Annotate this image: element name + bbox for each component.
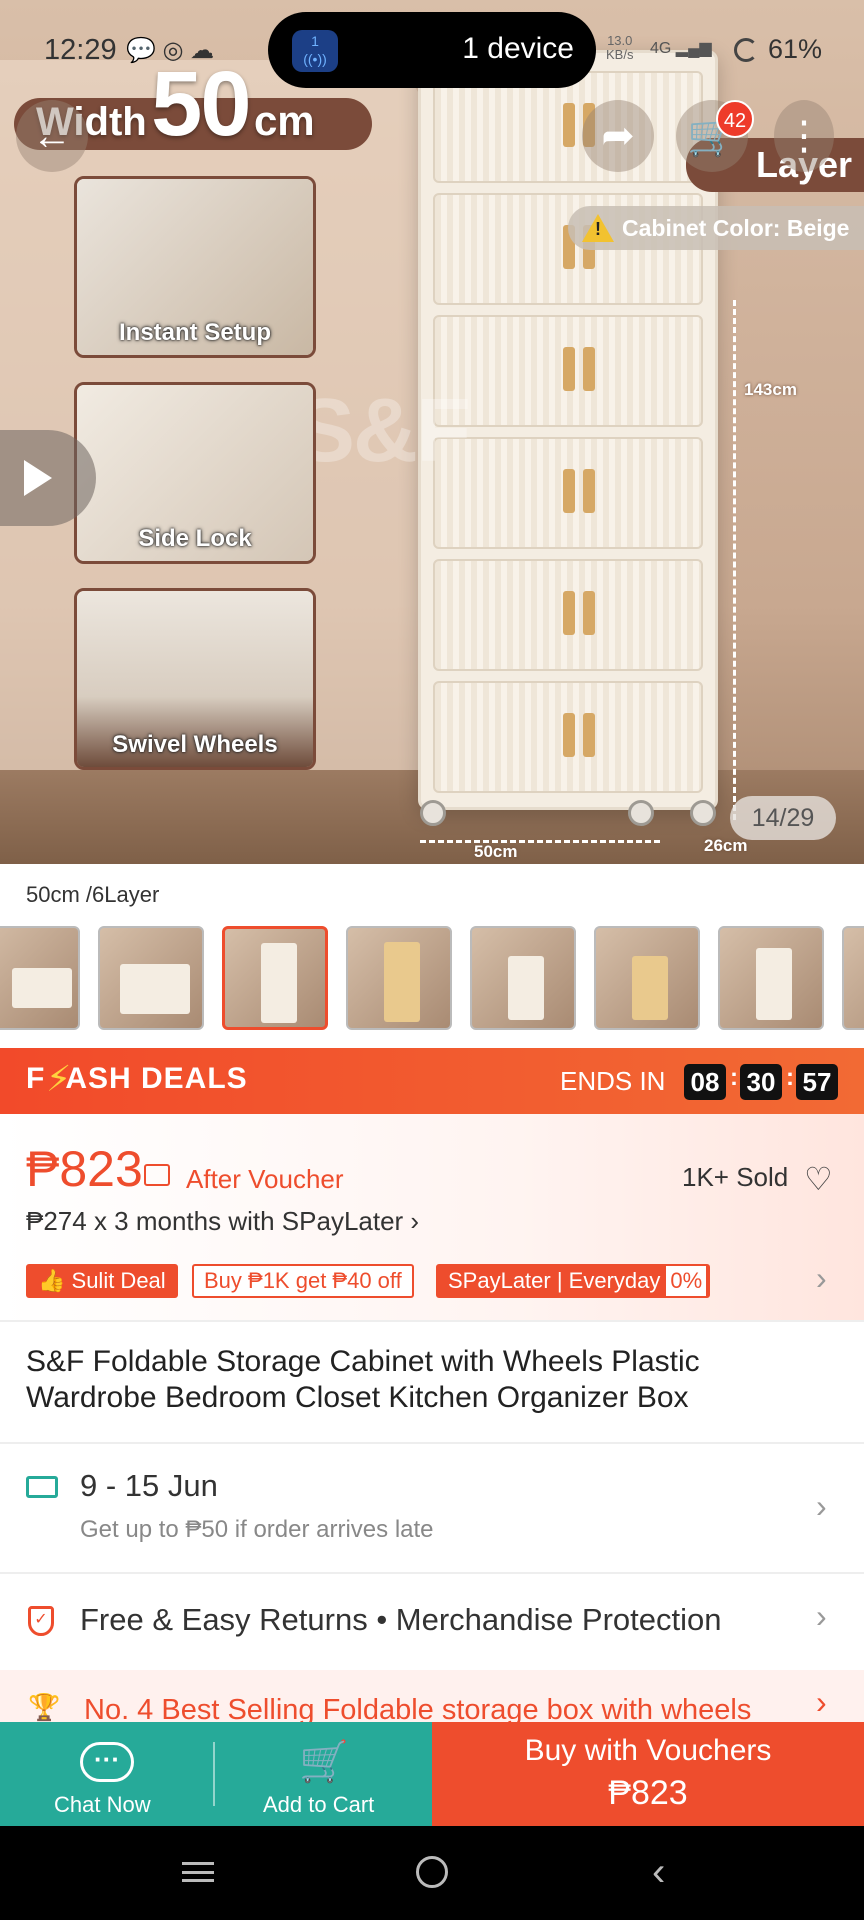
height-dimension-line (733, 300, 736, 820)
share-icon: ➦ (601, 114, 635, 158)
cart-count-badge: 42 (716, 100, 754, 138)
variant-thumbnail[interactable] (718, 926, 824, 1030)
countdown-minutes: 30 (740, 1064, 782, 1100)
buy-discount-tag: Buy ₱1K get ₱40 off (192, 1264, 414, 1298)
voucher-icon (144, 1164, 170, 1186)
back-button[interactable]: ← (16, 100, 88, 172)
network-speed: 13.0 KB/s (606, 33, 634, 62)
sold-count: 1K+ Sold (682, 1162, 789, 1192)
favorite-heart-icon[interactable]: ♡ (804, 1160, 833, 1198)
back-icon[interactable]: ‹ (652, 1850, 665, 1895)
chat-bubble-icon: ··· (80, 1742, 134, 1782)
price: ₱823 (26, 1141, 143, 1197)
notification-icons: 💬 ◎ ☁ (126, 37, 215, 64)
variant-thumbnails[interactable] (0, 926, 864, 1030)
variant-thumbnail[interactable] (470, 926, 576, 1030)
product-title: S&F Foldable Storage Cabinet with Wheels… (26, 1345, 700, 1414)
trophy-icon: 🏆 (28, 1692, 61, 1722)
product-image-carousel[interactable]: S&F Instant Setup Side Lock Swivel Wheel… (0, 0, 864, 864)
wheel-icon (690, 800, 716, 826)
returns-protection[interactable]: Free & Easy Returns • Merchandise Protec… (80, 1602, 721, 1638)
broadcast-icon: 1 ((•)) (292, 30, 338, 72)
delivery-date: 9 - 15 Jun (80, 1468, 218, 1503)
shield-check-icon: ✓ (28, 1606, 54, 1636)
after-voucher-label: After Voucher (186, 1164, 344, 1194)
truck-icon (26, 1476, 58, 1498)
chat-now-button[interactable]: ··· Chat Now (0, 1722, 213, 1826)
battery-icon (734, 38, 758, 62)
warning-icon (582, 214, 614, 242)
play-video-button[interactable] (0, 430, 96, 526)
chevron-right-icon[interactable]: › (816, 1684, 827, 1721)
cart-plus-icon: 🛒 (299, 1740, 349, 1784)
feature-swivel-wheels: Swivel Wheels (74, 588, 316, 770)
system-navigation-bar: ‹ (0, 1826, 864, 1920)
variant-thumbnail[interactable] (842, 926, 864, 1030)
image-counter: 14/29 (730, 796, 836, 840)
cabinet-color-tag: Cabinet Color: Beige (568, 206, 864, 250)
spaylater-tag: SPayLater | Everyday 0% (436, 1264, 711, 1298)
wheel-icon (420, 800, 446, 826)
flash-deals-banner[interactable]: F ASH DEALS ⚡ ENDS IN 08 : 30 : 57 (0, 1048, 864, 1114)
countdown-seconds: 57 (796, 1064, 838, 1100)
add-to-cart-button[interactable]: 🛒 Add to Cart (215, 1722, 432, 1826)
share-button[interactable]: ➦ (582, 100, 654, 172)
home-icon[interactable] (416, 1856, 448, 1888)
variant-thumbnail-selected[interactable] (222, 926, 328, 1030)
chevron-right-icon[interactable]: › (816, 1260, 827, 1297)
depth-dimension: 26cm (704, 836, 748, 855)
height-dimension: 143cm (744, 380, 797, 399)
wheel-icon (628, 800, 654, 826)
variant-thumbnail[interactable] (0, 926, 80, 1030)
device-count: 1 device (462, 32, 574, 65)
chevron-right-icon[interactable]: › (816, 1488, 827, 1525)
width-dimension-line (420, 840, 660, 843)
feature-instant-setup: Instant Setup (74, 176, 316, 358)
late-delivery-note: Get up to ₱50 if order arrives late (80, 1516, 434, 1543)
clock: 12:29 (44, 34, 117, 66)
chevron-right-icon[interactable]: › (816, 1598, 827, 1635)
recent-apps-icon[interactable] (182, 1862, 214, 1882)
variant-thumbnail[interactable] (98, 926, 204, 1030)
bottom-action-bar: ··· Chat Now 🛒 Add to Cart Buy with Vouc… (0, 1722, 864, 1826)
width-dimension: 50cm (474, 842, 518, 861)
connected-devices-pill[interactable]: 1 ((•)) 1 device (268, 12, 596, 88)
battery: 61% (734, 34, 822, 65)
status-bar: 12:29 💬 ◎ ☁ 1 ((•)) 1 device 13.0 KB/s 4… (0, 0, 864, 100)
signal-icon: 4G ▂▄▆ (650, 40, 712, 57)
variant-thumbnail[interactable] (346, 926, 452, 1030)
ends-in-label: ENDS IN (560, 1066, 666, 1096)
more-options-button[interactable]: ⋮ (774, 100, 834, 172)
buy-with-vouchers-button[interactable]: Buy with Vouchers ₱823 (432, 1722, 864, 1826)
watermark: S&F (295, 381, 471, 481)
arrow-left-icon: ← (32, 114, 72, 158)
selected-variant-label: 50cm /6Layer (26, 882, 160, 907)
more-vertical-icon: ⋮ (784, 114, 824, 158)
thumbs-up-icon: 👍 (38, 1268, 72, 1293)
countdown-hours: 08 (684, 1064, 726, 1100)
spaylater-installment[interactable]: ₱274 x 3 months with SPayLater › (26, 1206, 419, 1237)
sulit-deal-tag: 👍 Sulit Deal (26, 1264, 178, 1298)
feature-side-lock: Side Lock (74, 382, 316, 564)
variant-thumbnail[interactable] (594, 926, 700, 1030)
lightning-icon: ⚡ (46, 1058, 72, 1099)
